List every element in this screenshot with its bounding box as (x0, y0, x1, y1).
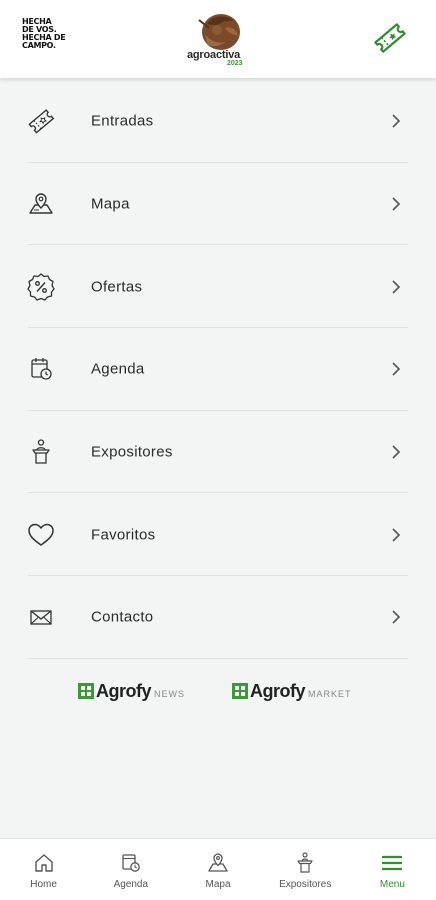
ticket-icon[interactable] (372, 20, 408, 56)
partner-name: Agrofy (250, 680, 306, 701)
menu-item-entradas[interactable]: Entradas (0, 80, 436, 163)
chevron-right-icon (392, 197, 401, 211)
agrofy-logo-icon (78, 683, 94, 699)
chevron-right-icon (392, 528, 401, 542)
partner-tag: NEWS (154, 688, 185, 699)
partner-name: Agrofy (96, 680, 152, 701)
mail-icon (30, 610, 52, 626)
bottom-navigation: Home Agenda Mapa Expositores Menu (0, 838, 436, 900)
slogan-logo: Hecha de vos. Hecha de campo. (22, 18, 92, 50)
menu-item-label: Agenda (91, 360, 145, 378)
divider (28, 657, 408, 659)
partner-tag: MARKET (308, 688, 352, 699)
menu-item-label: Contacto (91, 608, 154, 626)
app-header: Hecha de vos. Hecha de campo. agroactiva… (0, 0, 436, 78)
home-icon (34, 854, 53, 872)
nav-item-mapa[interactable]: Mapa (174, 839, 261, 900)
globe-logo-icon (198, 14, 240, 50)
agrofy-news-link[interactable]: Agrofy NEWS (78, 678, 185, 704)
logo-year: 2023 (227, 60, 243, 67)
nav-item-home[interactable]: Home (0, 839, 87, 900)
menu-item-mapa[interactable]: Mapa (0, 163, 436, 246)
chevron-right-icon (392, 445, 401, 459)
menu-item-agenda[interactable]: Agenda (0, 328, 436, 411)
calendar-clock-icon (122, 854, 140, 872)
nav-item-agenda[interactable]: Agenda (87, 839, 174, 900)
menu-item-contacto[interactable]: Contacto (0, 576, 436, 659)
hamburger-menu-icon (382, 855, 403, 871)
map-icon (29, 193, 53, 214)
chevron-right-icon (392, 280, 401, 294)
chevron-right-icon (392, 114, 401, 128)
nav-label: Agenda (113, 879, 149, 890)
ticket-icon (28, 109, 55, 134)
menu-item-favoritos[interactable]: Favoritos (0, 493, 436, 577)
menu-item-label: Expositores (91, 443, 173, 461)
menu-item-expositores[interactable]: Expositores (0, 411, 436, 494)
nav-item-menu[interactable]: Menu (349, 839, 436, 900)
menu-item-label: Mapa (91, 195, 130, 213)
chevron-right-icon (392, 362, 401, 376)
nav-item-expositores[interactable]: Expositores (262, 839, 349, 900)
podium-speaker-icon (297, 852, 313, 873)
chevron-right-icon (392, 610, 401, 625)
main-menu: Entradas Mapa Ofertas Agenda Expositores… (0, 80, 436, 659)
nav-label: Expositores (279, 879, 332, 890)
partner-logos: Agrofy NEWS Agrofy MARKET (0, 678, 436, 704)
podium-speaker-icon (32, 439, 50, 464)
nav-label: Menu (379, 879, 405, 890)
map-icon (208, 853, 228, 872)
nav-label: Home (30, 879, 57, 890)
percent-badge-icon (27, 273, 55, 301)
menu-item-label: Ofertas (91, 278, 143, 296)
heart-icon (28, 523, 54, 546)
agroactiva-logo[interactable]: agroactiva 2023 (183, 10, 263, 68)
menu-item-label: Favoritos (91, 526, 156, 544)
nav-label: Mapa (205, 879, 231, 890)
slogan-line: campo. (22, 41, 56, 50)
menu-item-ofertas[interactable]: Ofertas (0, 245, 436, 329)
agrofy-market-link[interactable]: Agrofy MARKET (232, 678, 352, 704)
agrofy-logo-icon (232, 683, 248, 699)
calendar-clock-icon (31, 358, 52, 381)
menu-item-label: Entradas (91, 112, 154, 130)
